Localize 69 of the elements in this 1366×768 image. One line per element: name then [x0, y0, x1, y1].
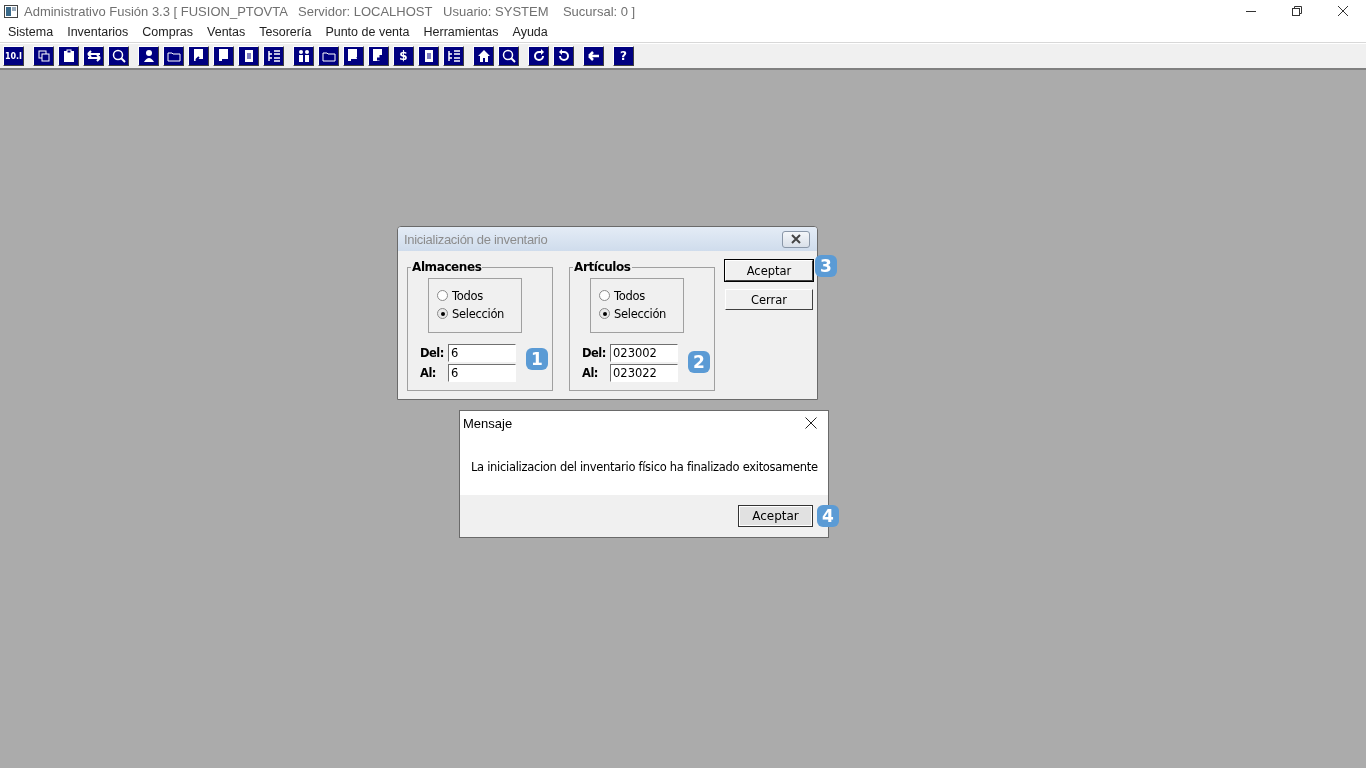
menu-item[interactable]: Herramientas [416, 25, 506, 39]
menu-item[interactable]: Compras [135, 25, 201, 39]
menu-item[interactable]: Punto de venta [318, 25, 417, 39]
ok-button[interactable]: Aceptar [738, 505, 813, 527]
number-badge: 2 [688, 351, 710, 373]
menu-item[interactable]: Inventarios [60, 25, 136, 39]
swap-arrows-icon [85, 48, 102, 64]
toolbar-button[interactable] [418, 46, 439, 66]
group-title: Almacenes [411, 260, 483, 274]
group-title: Artículos [573, 260, 632, 274]
list-icon [265, 48, 282, 64]
dialog-title: Inicialización de inventario [404, 231, 549, 247]
menu-item[interactable]: Sistema [1, 25, 61, 39]
search-icon [110, 48, 127, 64]
app-icon [4, 4, 18, 18]
field-label: Al: [582, 366, 599, 380]
dialog-button[interactable]: Cerrar [725, 289, 813, 310]
menu-item[interactable]: Tesorería [252, 25, 319, 39]
toolbar-button[interactable] [473, 46, 494, 66]
toolbar-button[interactable] [238, 46, 259, 66]
toolbar-button[interactable] [583, 46, 604, 66]
close-button[interactable] [782, 230, 810, 248]
number-badge: 1 [526, 348, 548, 370]
toolbar-button[interactable] [443, 46, 464, 66]
toolbar-button[interactable]: $ [393, 46, 414, 66]
search-icon [500, 48, 517, 64]
menu-item[interactable]: Ventas [200, 25, 253, 39]
toolbar-button[interactable] [58, 46, 79, 66]
radio-button[interactable] [437, 290, 448, 301]
radio-button[interactable] [599, 308, 610, 319]
toolbar-button[interactable] [138, 46, 159, 66]
close-icon [805, 417, 817, 429]
toolbar-button[interactable] [318, 46, 339, 66]
message-title: Mensaje [463, 415, 514, 431]
toolbar-button[interactable] [33, 46, 54, 66]
window-title: Administrativo Fusión 3.3 [ FUSION_PTOVTA Servidor: LOCALHOST Usuario: SYSTEM Sucursal: 0 ] [24, 3, 637, 19]
toolbar-button[interactable] [553, 46, 574, 66]
toolbar-button[interactable]: ? [613, 46, 634, 66]
list-icon [445, 48, 462, 64]
toolbar-button[interactable] [498, 46, 519, 66]
toolbar-button[interactable] [83, 46, 104, 66]
toolbar-button[interactable] [528, 46, 549, 66]
copy-icon [35, 48, 52, 64]
toolbar-button[interactable]: 10.I [3, 46, 24, 66]
radio-label: Todos [452, 288, 483, 303]
input-field[interactable]: 6 [448, 364, 516, 382]
radio-button[interactable] [437, 308, 448, 319]
field-label: Al: [420, 366, 437, 380]
dialog-button[interactable]: Aceptar [725, 260, 813, 281]
field-label: Del: [420, 346, 445, 360]
menu-item[interactable]: Ayuda [505, 25, 555, 39]
close-icon [790, 234, 802, 244]
restore-icon [1292, 6, 1302, 16]
number-badge: 4 [817, 505, 839, 527]
toolbar-button[interactable] [163, 46, 184, 66]
input-field[interactable]: 023022 [610, 364, 678, 382]
number-badge: 3 [815, 255, 837, 277]
message-text: La inicializacion del inventario físico ha finalizado exitosamente [470, 459, 819, 476]
field-label: Del: [582, 346, 607, 360]
toolbar-button[interactable] [293, 46, 314, 66]
close-icon [1338, 6, 1348, 16]
radio-label: Selección [614, 306, 667, 321]
radio-button[interactable] [599, 290, 610, 301]
input-field[interactable]: 6 [448, 344, 516, 362]
toolbar-button[interactable] [108, 46, 129, 66]
input-field[interactable]: 023002 [610, 344, 678, 362]
radio-label: Selección [452, 306, 505, 321]
radio-label: Todos [614, 288, 645, 303]
toolbar-button[interactable] [263, 46, 284, 66]
